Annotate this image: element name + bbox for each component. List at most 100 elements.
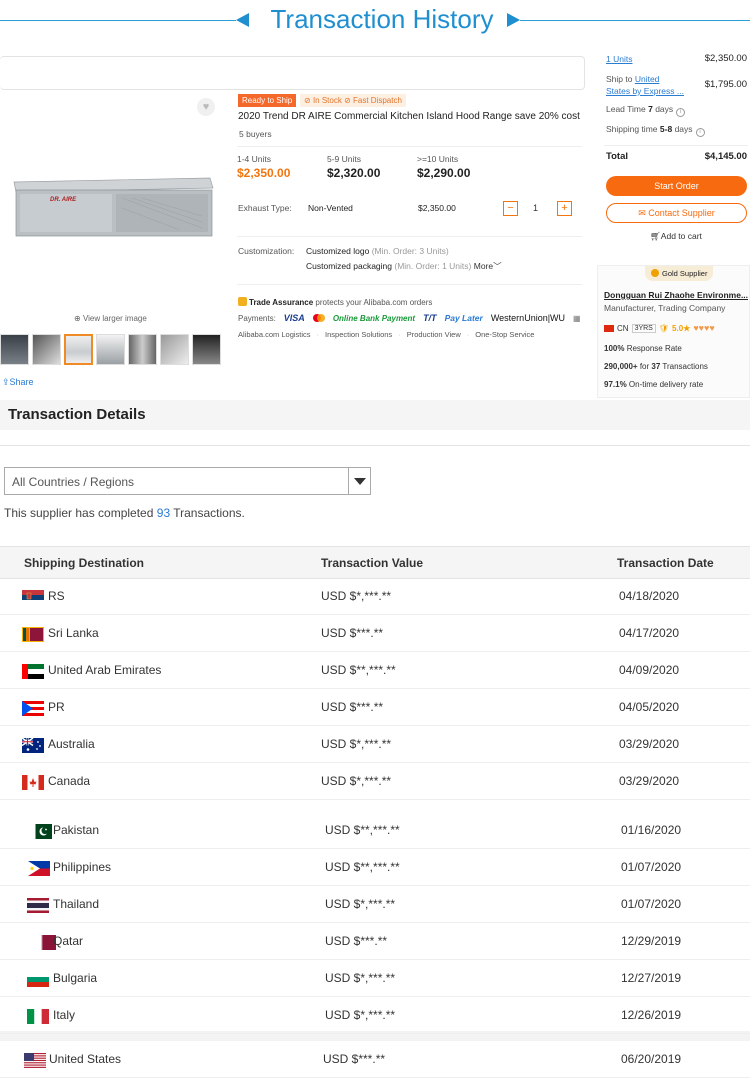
country-flag-icon	[27, 972, 49, 987]
table-row: United States USD $***.** 06/20/2019	[0, 1041, 750, 1078]
share-link[interactable]: ⇪Share	[2, 377, 34, 388]
customization-packaging: Customized packaging (Min. Order: 1 Unit…	[306, 260, 502, 272]
table-row: Italy USD $*,***.** 12/26/2019	[0, 997, 750, 1034]
production-view-link[interactable]: Production View	[407, 330, 461, 339]
page-title: Transaction History	[270, 4, 494, 34]
shipping-time: Shipping time 5-8 days i	[606, 124, 705, 137]
arrow-right-icon	[507, 13, 520, 27]
header-line-right	[520, 20, 750, 21]
thumbnail-1[interactable]	[0, 334, 29, 365]
transaction-date: 03/29/2020	[619, 774, 680, 788]
add-to-cart-label: Add to cart	[660, 231, 702, 241]
inspection-link[interactable]: Inspection Solutions	[325, 330, 392, 339]
thumbnail-4[interactable]	[96, 334, 125, 365]
supplier-name-link[interactable]: Dongguan Rui Zhaohe Environme...	[604, 290, 748, 300]
contact-supplier-label: Contact Supplier	[648, 208, 715, 218]
shipping-destination: United States	[49, 1052, 122, 1066]
price-tier: 1-4 Units $2,350.00	[237, 154, 290, 180]
check-icon: ⊘	[304, 96, 313, 105]
stock-badge: ⊘ In Stock ⊘ Fast Dispatch	[300, 94, 406, 107]
ready-to-ship-badge: Ready to Ship	[238, 94, 297, 107]
thumbnail-6[interactable]	[160, 334, 189, 365]
supplier-type: Manufacturer, Trading Company	[604, 303, 726, 313]
ship-to-prefix: Ship to	[606, 74, 633, 84]
transaction-value: USD $***.**	[321, 700, 384, 714]
dropdown-arrow-icon[interactable]	[348, 468, 370, 494]
tier-price: $2,290.00	[417, 166, 471, 180]
transaction-date: 04/05/2020	[619, 700, 680, 714]
column-header-value: Transaction Value	[321, 556, 424, 570]
shipping-destination: PR	[48, 700, 65, 714]
view-larger-label: View larger image	[82, 314, 147, 323]
tier-qty: 5-9 Units	[327, 154, 362, 164]
transaction-date: 12/29/2019	[621, 934, 682, 948]
supplier-meta: CN 3YRS 🛡︎ 5.0★ ♥♥♥♥	[604, 323, 715, 333]
table-row: Qatar USD $***.** 12/29/2019	[0, 923, 750, 960]
table-row: Bulgaria USD $*,***.** 12/27/2019	[0, 960, 750, 997]
transaction-value: USD $***.**	[323, 1052, 386, 1066]
logistics-link[interactable]: Alibaba.com Logistics	[238, 330, 311, 339]
share-icon: ⇪	[2, 377, 10, 387]
in-stock-label: In Stock	[312, 96, 342, 105]
shipping-destination: RS	[48, 589, 65, 603]
quantity-decrease-button[interactable]: −	[503, 201, 518, 216]
tier-price: $2,350.00	[237, 166, 291, 180]
thumbnail-strip	[0, 334, 221, 365]
tt-icon: T/T	[423, 313, 437, 323]
verified-icon: 🛡︎	[658, 323, 670, 333]
info-icon[interactable]: i	[695, 128, 705, 137]
shipping-destination: Thailand	[53, 897, 100, 911]
divider	[237, 284, 582, 285]
add-to-cart-link[interactable]: 🛒︎Add to cart	[650, 231, 702, 242]
transaction-value: USD $*,***.**	[325, 897, 396, 911]
country-flag-icon	[27, 898, 49, 913]
product-image[interactable]: DR. AIRE	[10, 160, 215, 240]
exhaust-type-value: Non-Vented	[308, 203, 353, 213]
thumbnail-5[interactable]	[128, 334, 157, 365]
more-link[interactable]: More﹀	[474, 261, 502, 271]
table-row: Thailand USD $*,***.** 01/07/2020	[0, 886, 750, 923]
info-icon[interactable]: i	[676, 108, 686, 117]
transaction-date: 12/27/2019	[621, 971, 682, 985]
thumbnail-2[interactable]	[32, 334, 61, 365]
supplier-country: CN	[617, 323, 629, 333]
view-larger-link[interactable]: ⊕ View larger image	[74, 314, 147, 323]
transaction-value: USD $*,***.**	[321, 774, 392, 788]
shipping-price: $1,795.00	[704, 79, 747, 90]
start-order-button[interactable]: Start Order	[606, 176, 747, 196]
divider	[237, 236, 582, 237]
table-row: Sri Lanka USD $***.** 04/17/2020	[0, 615, 750, 652]
country-region-select[interactable]: All Countries / Regions	[4, 467, 371, 495]
ontime-value: 97.1%	[604, 380, 627, 389]
thumbnail-3[interactable]	[64, 334, 93, 365]
thumbnail-7[interactable]	[192, 334, 221, 365]
custom-packaging-label: Customized packaging	[306, 261, 392, 271]
favorite-icon[interactable]: ♥	[197, 98, 215, 116]
table-row: PR USD $***.** 04/05/2020	[0, 689, 750, 726]
payments-label: Payments:	[238, 313, 276, 323]
quantity-increase-button[interactable]: +	[557, 201, 572, 216]
more-payments-icon[interactable]: ▦	[573, 314, 581, 323]
lead-time-label: Lead Time	[606, 104, 646, 114]
total-label: Total	[606, 151, 628, 162]
transactions-for: for	[639, 362, 650, 371]
table-row: United Arab Emirates USD $**,***.** 04/09/…	[0, 652, 750, 689]
trade-assurance[interactable]: Trade Assurance protects your Alibaba.co…	[238, 297, 432, 307]
one-stop-service-link[interactable]: One-Stop Service	[475, 330, 534, 339]
completed-transactions-text: This supplier has completed 93 Transacti…	[4, 506, 245, 520]
transaction-value: USD $*,***.**	[325, 1008, 396, 1022]
search-bar[interactable]	[0, 56, 585, 90]
supplier-years: 3YRS	[631, 323, 656, 333]
pay-later-icon: Pay Later	[444, 313, 483, 323]
country-flag-icon	[22, 664, 44, 679]
country-flag-icon	[22, 627, 44, 642]
arrow-left-icon	[236, 13, 249, 27]
contact-supplier-button[interactable]: ✉ Contact Supplier	[606, 203, 747, 223]
column-header-date: Transaction Date	[617, 556, 714, 570]
check-icon: ⊘	[344, 96, 354, 105]
table-row: Australia USD $*,***.** 03/29/2020	[0, 726, 750, 763]
quantity-input[interactable]: 1	[533, 203, 538, 213]
custom-packaging-min: (Min. Order: 1 Units)	[394, 261, 472, 271]
tier-qty: 1-4 Units	[237, 154, 272, 164]
units-link[interactable]: 1 Units	[606, 54, 632, 64]
